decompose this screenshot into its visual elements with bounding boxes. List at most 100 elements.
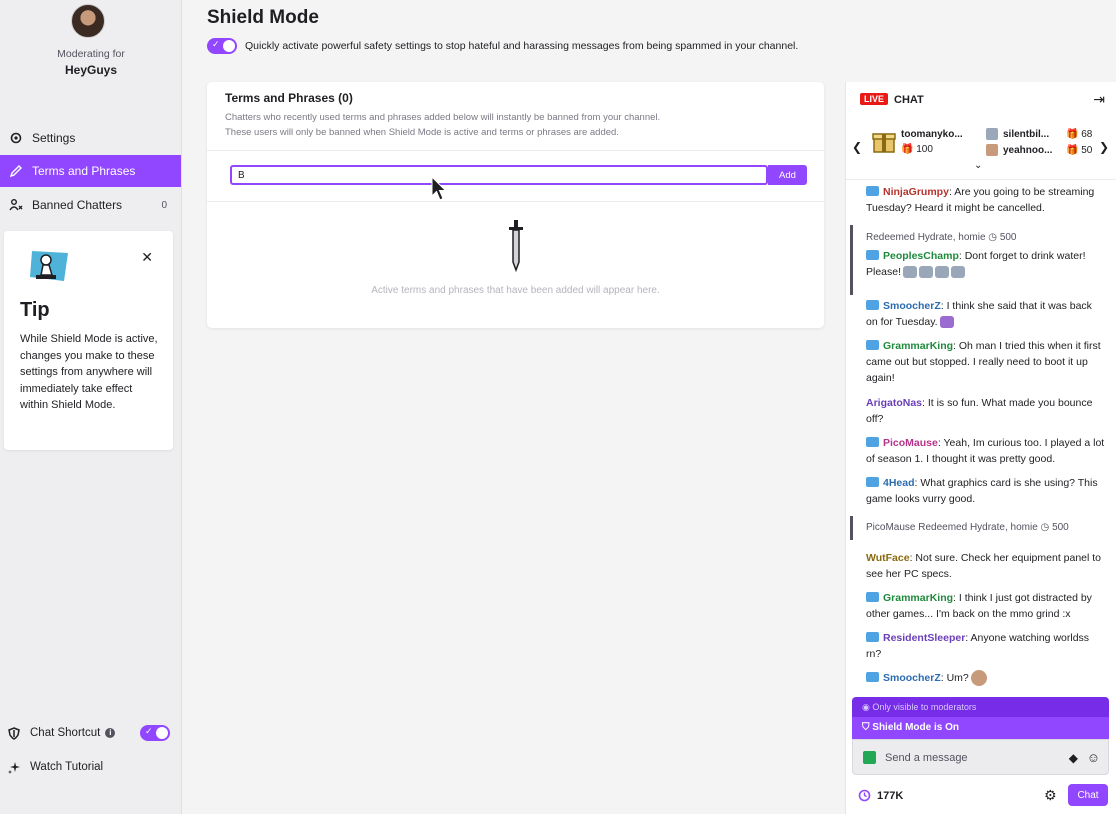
chat-username[interactable]: 4Head — [883, 477, 915, 489]
gift-count-value: 100 — [916, 144, 933, 155]
redeem-text: PicoMause Redeemed Hydrate, homie — [866, 522, 1038, 533]
send-chat-button[interactable]: Chat — [1068, 784, 1108, 806]
emote-icon — [951, 266, 966, 279]
badge-icon — [866, 632, 879, 642]
chevron-left-icon[interactable]: ❮ — [852, 140, 862, 154]
chat-username[interactable]: SmoocherZ — [883, 672, 941, 684]
eye-icon: ◉ — [862, 702, 870, 712]
tip-card: ✕ Tip While Shield Mode is active, chang… — [4, 231, 173, 450]
gift-count: 🎁 68 — [1066, 129, 1093, 140]
clock-icon: ◷ — [1040, 522, 1050, 533]
sidebar-item-label: Settings — [32, 131, 76, 145]
emote-icon — [935, 266, 950, 279]
badge-icon — [866, 300, 879, 310]
gifter-name[interactable]: silentbil... — [1003, 129, 1049, 140]
toggle-knob — [156, 727, 168, 739]
sparkle-icon — [6, 761, 22, 774]
chat-message: ArigatoNas: It is so fun. What made you … — [866, 395, 1106, 427]
sidebar-item-banned-chatters[interactable]: Banned Chatters 0 — [0, 189, 181, 221]
badge-icon — [866, 437, 879, 447]
chat-username[interactable]: WutFace — [866, 552, 910, 564]
chat-username[interactable]: NinjaGrumpy — [883, 186, 949, 198]
chevron-right-icon[interactable]: ❯ — [1099, 140, 1109, 154]
shield-mode-banner: ◉ Only visible to moderators ⛉ Shield Mo… — [852, 697, 1109, 739]
moderator-only-label: ◉ Only visible to moderators — [862, 702, 976, 713]
badge-icon — [866, 340, 879, 350]
chat-message: SmoocherZ: I think she said that it was … — [866, 298, 1106, 330]
add-button[interactable]: Add — [768, 165, 807, 185]
chat-message: PeoplesChamp: Dont forget to drink water… — [866, 248, 1106, 280]
info-icon[interactable]: i — [105, 728, 116, 738]
watch-tutorial-link[interactable]: Watch Tutorial — [6, 756, 103, 778]
chat-footer: 177K ⚙ Chat — [846, 782, 1116, 810]
chat-username[interactable]: ArigatoNas — [866, 397, 922, 409]
toggle-knob — [223, 40, 235, 52]
emote-picker-icon[interactable]: ☺ — [1087, 750, 1100, 765]
banned-users-icon — [8, 197, 24, 213]
term-input[interactable] — [230, 165, 768, 185]
chat-username[interactable]: GrammarKing — [883, 592, 953, 604]
chat-message: WutFace: Not sure. Check her equipment p… — [866, 550, 1106, 582]
gift-count: 🎁 100 — [901, 144, 933, 155]
redeem-bar — [850, 516, 853, 540]
gifter-name[interactable]: toomanyko... — [901, 129, 963, 140]
redeem-cost: 500 — [999, 232, 1017, 243]
page-title: Shield Mode — [207, 7, 319, 28]
sword-icon — [509, 220, 523, 272]
shield-mode-description: Quickly activate powerful safety setting… — [245, 40, 799, 52]
chat-username[interactable]: PeoplesChamp — [883, 250, 959, 262]
badge-icon — [866, 477, 879, 487]
terms-and-phrases-card: Terms and Phrases (0) Chatters who recen… — [207, 82, 824, 328]
chevron-down-icon[interactable]: ⌄ — [974, 160, 982, 171]
badge-icon — [866, 672, 879, 682]
bits-icon[interactable]: ◆ — [1069, 751, 1078, 765]
chat-messages: NinjaGrumpy: Are you going to be streami… — [846, 179, 1116, 696]
collapse-chat-icon[interactable]: ⇥ — [1093, 91, 1105, 108]
gift-count-value: 50 — [1081, 145, 1093, 156]
term-input-row: Add — [207, 150, 824, 202]
chat-input-placeholder: Send a message — [885, 752, 968, 764]
chat-username[interactable]: GrammarKing — [883, 340, 953, 352]
chat-shortcut-toggle[interactable]: ✓ — [140, 725, 170, 741]
chat-message: GrammarKing: Oh man I tried this when it… — [866, 338, 1106, 386]
moderator-only-text: Only visible to moderators — [872, 702, 977, 712]
chat-title: CHAT — [894, 94, 924, 106]
emote-icon — [939, 316, 954, 329]
tip-body: While Shield Mode is active, changes you… — [20, 333, 158, 411]
close-icon[interactable]: ✕ — [141, 249, 153, 266]
tip-illustration-icon — [30, 251, 68, 281]
channel-points-icon[interactable] — [858, 789, 871, 802]
redeem-cost: 500 — [1052, 522, 1069, 533]
shield-mode-toggle[interactable]: ✓ — [207, 38, 237, 54]
chat-username[interactable]: PicoMause — [883, 437, 938, 449]
sidebar-item-settings[interactable]: Settings — [0, 122, 181, 154]
live-badge: LIVE — [860, 93, 889, 105]
chat-message: GrammarKing: I think I just got distract… — [866, 590, 1106, 622]
chat-username[interactable]: SmoocherZ — [883, 300, 941, 312]
gifter-name[interactable]: yeahnoo... — [1003, 145, 1052, 156]
badge-icon — [866, 250, 879, 260]
shield-status[interactable]: ⛉ Shield Mode is On — [852, 717, 1109, 739]
gift-icon — [872, 133, 896, 153]
chat-input[interactable]: Send a message ◆ ☺ — [852, 739, 1109, 775]
gear-icon[interactable]: ⚙ — [1044, 787, 1057, 804]
sidebar-item-label: Terms and Phrases — [32, 164, 136, 178]
watch-tutorial-label: Watch Tutorial — [30, 761, 104, 773]
sidebar: Moderating for HeyGuys Settings Terms an… — [0, 0, 182, 814]
sidebar-item-label: Banned Chatters — [32, 198, 123, 212]
card-title: Terms and Phrases (0) — [225, 91, 353, 105]
mouse-cursor-icon — [431, 176, 447, 201]
redeem-notice: PicoMause Redeemed Hydrate, homie ◷ 500 — [866, 522, 1069, 533]
card-subtitle-line-2: These users will only be banned when Shi… — [225, 127, 619, 138]
banned-count: 0 — [161, 199, 167, 211]
redeem-text: Redeemed Hydrate, homie — [866, 232, 986, 243]
chat-username[interactable]: ResidentSleeper — [883, 632, 965, 644]
emote-icon — [919, 266, 934, 279]
pencil-icon — [8, 163, 24, 179]
sidebar-item-terms-and-phrases[interactable]: Terms and Phrases — [0, 155, 181, 187]
avatar[interactable] — [71, 4, 105, 38]
check-icon: ✓ — [212, 39, 220, 49]
check-icon: ✓ — [145, 726, 153, 736]
moderating-for-label: Moderating for — [57, 48, 125, 60]
emote-icon — [903, 266, 918, 279]
